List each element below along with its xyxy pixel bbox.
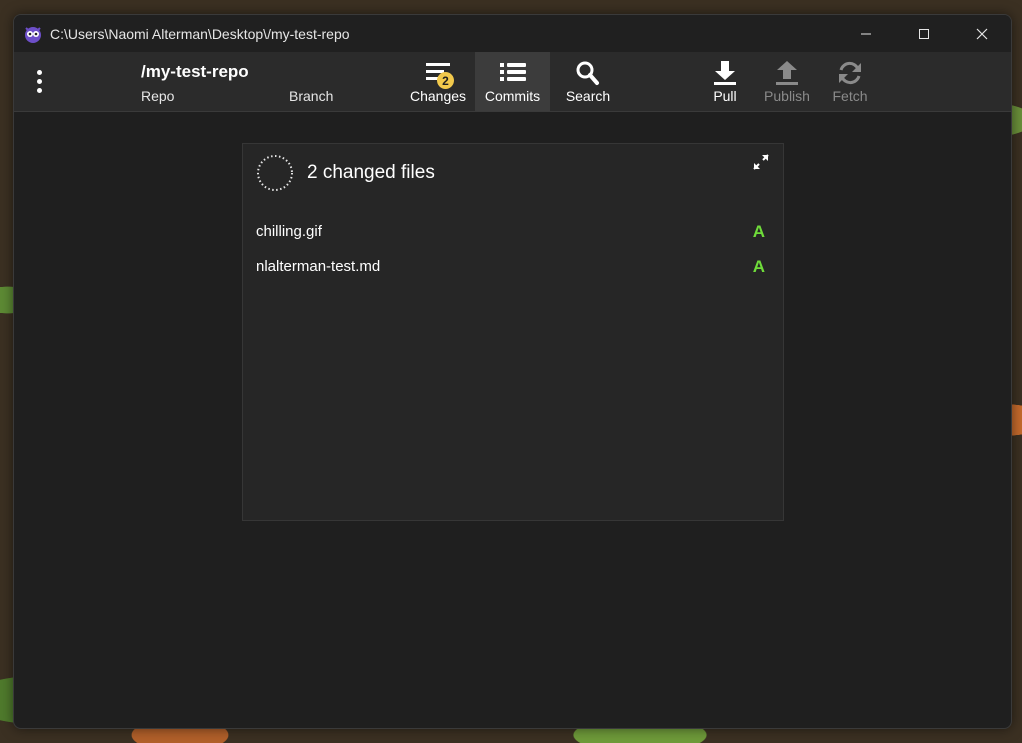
branch-selector[interactable]: Branch bbox=[289, 88, 333, 104]
more-dot-icon bbox=[36, 87, 42, 93]
fetch-button[interactable]: Fetch bbox=[826, 52, 874, 111]
changes-count-badge: 2 bbox=[437, 72, 454, 89]
tab-changes-label: Changes bbox=[409, 88, 467, 104]
upload-arrow-icon bbox=[776, 61, 798, 85]
pull-label: Pull bbox=[713, 88, 737, 104]
pull-button[interactable]: Pull bbox=[699, 52, 751, 111]
file-status-added: A bbox=[752, 221, 765, 241]
panel-header: 2 changed files bbox=[256, 154, 435, 192]
download-arrow-icon bbox=[714, 61, 736, 85]
toolbar: /my-test-repo Repo Branch 2 Changes Comm… bbox=[14, 52, 1011, 112]
tab-changes[interactable]: 2 Changes bbox=[401, 52, 475, 111]
more-dot-icon bbox=[36, 78, 42, 84]
tab-search[interactable]: Search bbox=[554, 52, 622, 111]
file-name: nlalterman-test.md bbox=[256, 258, 381, 275]
loading-spinner-icon bbox=[257, 155, 293, 191]
tab-commits-label: Commits bbox=[484, 88, 541, 104]
refresh-icon bbox=[839, 61, 861, 85]
search-icon bbox=[576, 61, 599, 85]
app-owl-icon bbox=[25, 26, 41, 43]
fetch-label: Fetch bbox=[832, 88, 868, 104]
more-dot-icon bbox=[36, 69, 42, 75]
commits-list-icon bbox=[499, 63, 526, 81]
repo-selector[interactable]: Repo bbox=[141, 88, 174, 104]
minimize-icon bbox=[861, 33, 871, 34]
file-row[interactable]: nlalterman-test.md A bbox=[256, 249, 768, 284]
maximize-button[interactable] bbox=[895, 15, 953, 52]
expand-icon[interactable] bbox=[753, 154, 769, 170]
title-bar[interactable]: C:\Users\Naomi Alterman\Desktop\/my-test… bbox=[14, 15, 1011, 52]
minimize-button[interactable] bbox=[837, 15, 895, 52]
repo-name[interactable]: /my-test-repo bbox=[141, 62, 249, 82]
publish-button[interactable]: Publish bbox=[759, 52, 815, 111]
tab-search-label: Search bbox=[565, 88, 611, 104]
close-icon bbox=[976, 28, 988, 39]
changes-panel: 2 changed files chilling.gif A nlalterma… bbox=[242, 143, 784, 521]
publish-label: Publish bbox=[764, 88, 810, 104]
window-title: C:\Users\Naomi Alterman\Desktop\/my-test… bbox=[50, 25, 350, 42]
panel-title: 2 changed files bbox=[307, 162, 435, 183]
close-button[interactable] bbox=[953, 15, 1011, 52]
changed-files-list: chilling.gif A nlalterman-test.md A bbox=[256, 214, 768, 284]
app-window: C:\Users\Naomi Alterman\Desktop\/my-test… bbox=[13, 14, 1012, 729]
tab-commits[interactable]: Commits bbox=[475, 52, 550, 111]
maximize-icon bbox=[919, 28, 929, 39]
file-row[interactable]: chilling.gif A bbox=[256, 214, 768, 249]
more-menu-button[interactable] bbox=[32, 66, 46, 96]
file-name: chilling.gif bbox=[256, 223, 322, 240]
file-status-added: A bbox=[752, 256, 765, 276]
